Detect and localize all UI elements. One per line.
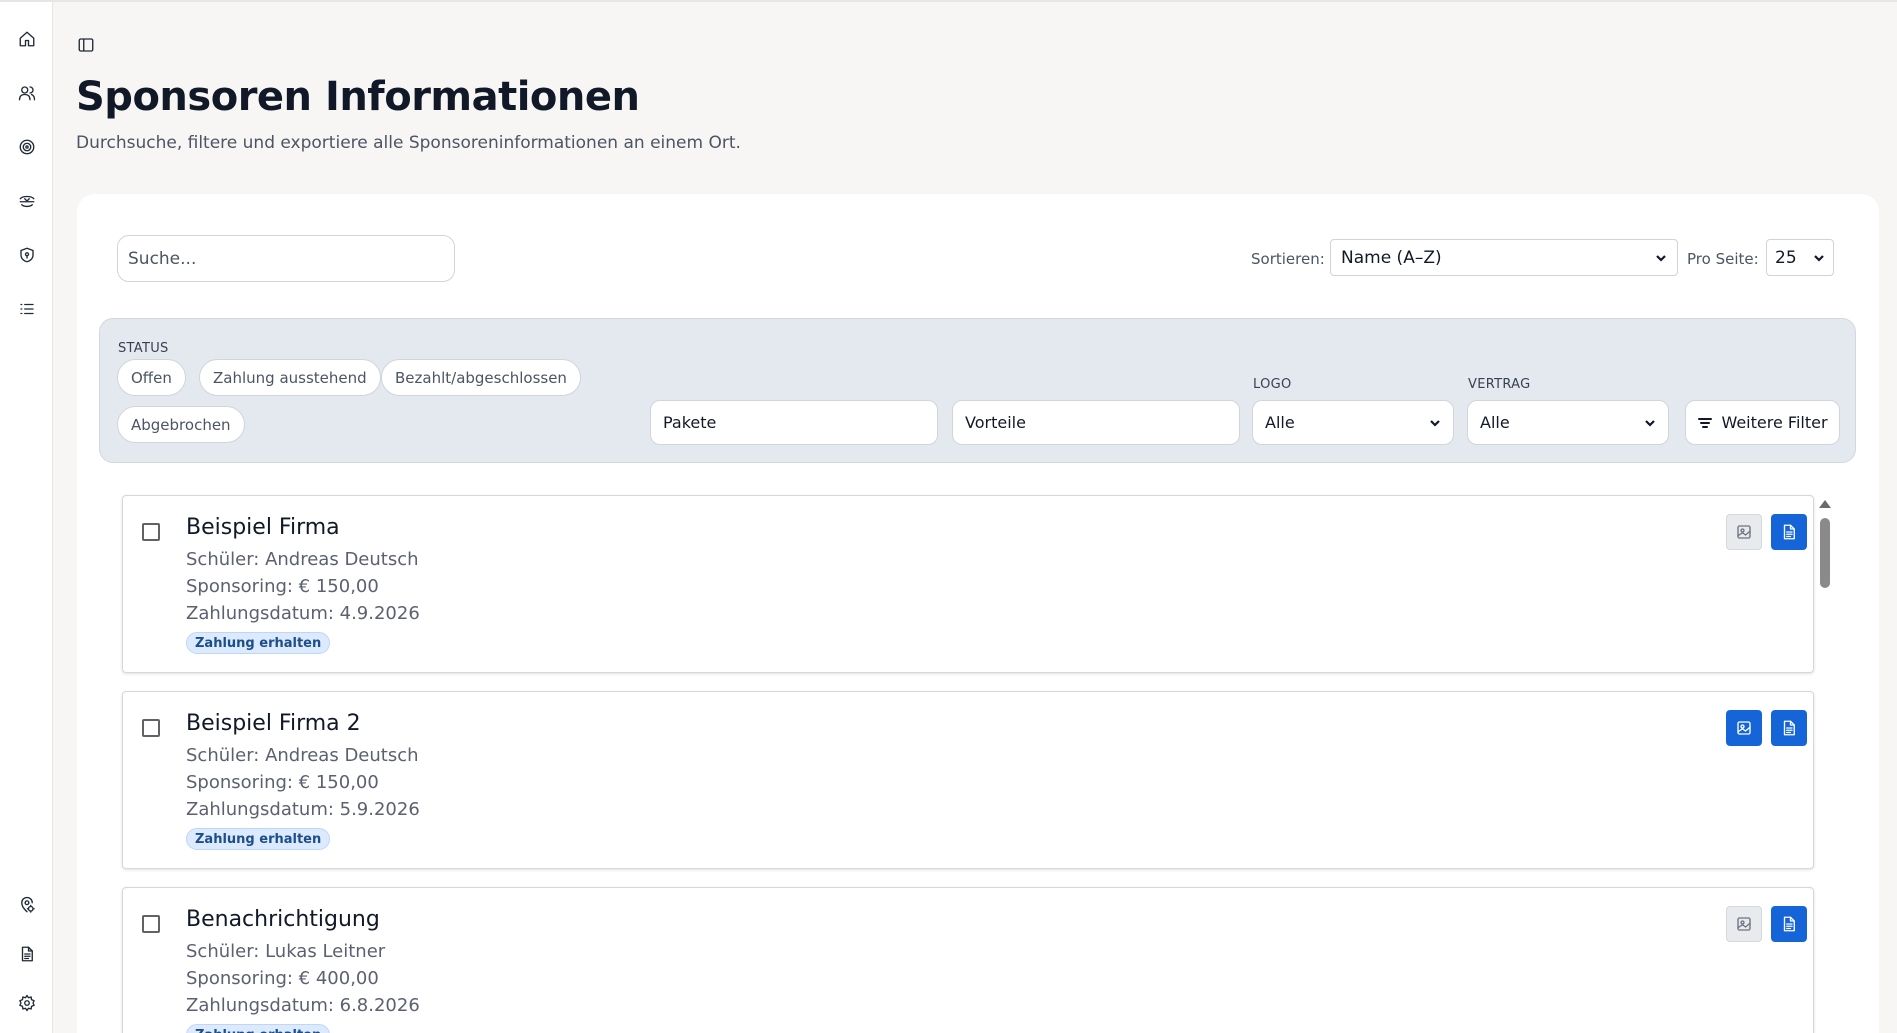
contract-action-button[interactable] [1771,514,1807,550]
image-icon [1737,721,1751,735]
logo-filter-label: LOGO [1253,377,1292,392]
sponsor-amount: Sponsoring: € 150,00 [186,576,379,597]
document-icon [1783,916,1795,932]
vertrag-filter-select[interactable]: Alle [1467,400,1669,445]
page-title: Sponsoren Informationen [76,74,640,120]
sort-select-value: Name (A–Z) [1341,247,1442,268]
status-badge: Zahlung erhalten [186,1024,331,1033]
pakete-filter-input[interactable]: Pakete [650,400,938,445]
list-icon[interactable] [16,298,38,320]
filter-bar: STATUS Offen Zahlung ausstehend Bezahlt/… [99,318,1856,463]
status-badge: Zahlung erhalten [186,632,331,654]
sort-label: Sortieren: [1251,250,1325,268]
sidebar [0,2,53,1033]
sponsor-payment-date: Zahlungsdatum: 6.8.2026 [186,995,420,1016]
handshake-icon[interactable] [16,190,38,212]
logo-action-button[interactable] [1726,514,1762,550]
sponsor-student: Schüler: Andreas Deutsch [186,745,419,766]
sponsor-card: Beispiel Firma 2 Schüler: Andreas Deutsc… [122,691,1814,869]
contract-action-button[interactable] [1771,906,1807,942]
per-page-select[interactable]: 25 [1766,239,1834,276]
per-page-label: Pro Seite: [1687,250,1759,268]
image-icon [1737,525,1751,539]
document-icon [1783,524,1795,540]
sponsor-card: Benachrichtigung Schüler: Lukas Leitner … [122,887,1814,1033]
more-filters-button[interactable]: Weitere Filter [1685,400,1840,445]
sidebar-toggle-icon[interactable] [76,35,96,55]
select-checkbox[interactable] [142,719,160,737]
chevron-down-icon [1430,419,1440,427]
status-badge: Zahlung erhalten [186,828,331,850]
contract-action-button[interactable] [1771,710,1807,746]
status-chip-offen[interactable]: Offen [117,359,186,396]
sponsor-student: Schüler: Lukas Leitner [186,941,386,962]
sponsor-name: Benachrichtigung [186,907,380,932]
settings-icon[interactable] [16,992,38,1014]
sort-select[interactable]: Name (A–Z) [1330,239,1678,276]
vertrag-filter-value: Alle [1480,413,1510,432]
users-icon[interactable] [16,82,38,104]
scrollbar-thumb[interactable] [1820,518,1830,588]
sponsor-name: Beispiel Firma [186,515,340,540]
logo-filter-select[interactable]: Alle [1252,400,1454,445]
status-chip-abgebrochen[interactable]: Abgebrochen [117,406,245,443]
document-icon[interactable] [16,943,38,965]
vorteile-filter-input[interactable]: Vorteile [952,400,1240,445]
more-filters-label: Weitere Filter [1721,413,1828,432]
chevron-down-icon [1814,254,1824,262]
select-checkbox[interactable] [142,523,160,541]
sponsor-amount: Sponsoring: € 150,00 [186,772,379,793]
scroll-up-arrow[interactable] [1819,500,1831,508]
logo-action-button[interactable] [1726,710,1762,746]
per-page-select-value: 25 [1775,247,1797,268]
sponsor-payment-date: Zahlungsdatum: 4.9.2026 [186,603,420,624]
shield-icon[interactable] [16,244,38,266]
location-settings-icon[interactable] [16,894,38,916]
image-icon [1737,917,1751,931]
document-icon [1783,720,1795,736]
status-filter-label: STATUS [118,341,169,356]
main-panel: Sortieren: Name (A–Z) Pro Seite: 25 STAT… [77,194,1879,1033]
sponsor-student: Schüler: Andreas Deutsch [186,549,419,570]
chevron-down-icon [1656,254,1666,262]
status-chip-bezahlt[interactable]: Bezahlt/abgeschlossen [381,359,581,396]
sponsor-amount: Sponsoring: € 400,00 [186,968,379,989]
search-input[interactable] [117,235,455,282]
select-checkbox[interactable] [142,915,160,933]
logo-action-button[interactable] [1726,906,1762,942]
status-chip-zahlung-ausstehend[interactable]: Zahlung ausstehend [199,359,381,396]
target-icon[interactable] [16,136,38,158]
page-subtitle: Durchsuche, filtere und exportiere alle … [76,133,741,153]
home-icon[interactable] [16,28,38,50]
sponsor-name: Beispiel Firma 2 [186,711,361,736]
chevron-down-icon [1645,419,1655,427]
filter-icon [1698,417,1713,428]
vertrag-filter-label: VERTRAG [1468,377,1531,392]
sponsor-payment-date: Zahlungsdatum: 5.9.2026 [186,799,420,820]
sponsor-card: Beispiel Firma Schüler: Andreas Deutsch … [122,495,1814,673]
logo-filter-value: Alle [1265,413,1295,432]
